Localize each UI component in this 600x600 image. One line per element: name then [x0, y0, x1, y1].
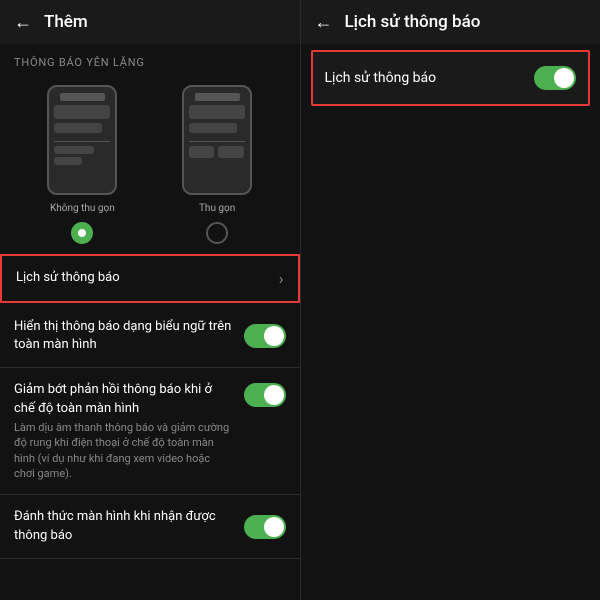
highlighted-row-right[interactable]: Lịch sử thông báo — [311, 50, 591, 106]
settings-item-lich-su[interactable]: Lịch sử thông báo › — [0, 254, 300, 303]
back-arrow-left[interactable]: ← — [14, 12, 32, 33]
radio-not-collapsed[interactable] — [71, 222, 93, 244]
phone-illustrations: Không thu gọn Thu gọn — [0, 75, 300, 244]
highlighted-row-title: Lịch sử thông báo — [325, 70, 437, 86]
phone-frame-1 — [47, 85, 117, 195]
settings-list: Lịch sử thông báo › Hiển thị thông báo d… — [0, 244, 300, 559]
chevron-lich-su: › — [279, 269, 284, 288]
section-label-silent: THÔNG BÁO YÊN LẶNG — [0, 44, 300, 75]
phone-option-not-collapsed[interactable]: Không thu gọn — [20, 85, 145, 244]
phone-frame-2 — [182, 85, 252, 195]
phone-label-not-collapsed: Không thu gọn — [50, 203, 115, 214]
notif-block-2c — [189, 146, 214, 158]
back-arrow-right[interactable]: ← — [315, 12, 333, 33]
toggle-lich-su-right[interactable] — [534, 66, 576, 90]
notif-bar-1 — [60, 93, 105, 101]
settings-item-danh-thuc-title: Đánh thức màn hình khi nhận được thông b… — [14, 508, 234, 544]
notif-block-2b — [189, 123, 237, 133]
notif-block-2a — [189, 105, 245, 119]
right-header: ← Lịch sử thông báo — [301, 0, 600, 44]
settings-item-lich-su-text: Lịch sử thông báo — [16, 269, 279, 287]
settings-item-giam-bot-text: Giảm bớt phản hồi thông báo khi ở chế độ… — [14, 381, 244, 481]
left-panel: ← Thêm THÔNG BÁO YÊN LẶNG Không thu gọn — [0, 0, 301, 600]
right-header-title: Lịch sử thông báo — [345, 12, 481, 32]
settings-item-giam-bot-desc: Làm dịu âm thanh thông báo và giảm cường… — [14, 420, 234, 482]
phone-option-collapsed[interactable]: Thu gọn — [155, 85, 280, 244]
settings-item-hien-thi-text: Hiển thị thông báo dạng biểu ngữ trên to… — [14, 318, 244, 354]
settings-item-danh-thuc[interactable]: Đánh thức màn hình khi nhận được thông b… — [0, 495, 300, 558]
right-panel: ← Lịch sử thông báo Lịch sử thông báo — [301, 0, 600, 600]
settings-item-lich-su-title: Lịch sử thông báo — [16, 269, 269, 287]
phone-label-collapsed: Thu gọn — [199, 203, 235, 214]
settings-item-hien-thi-title: Hiển thị thông báo dạng biểu ngữ trên to… — [14, 318, 234, 354]
settings-item-giam-bot-title: Giảm bớt phản hồi thông báo khi ở chế độ… — [14, 381, 234, 417]
notif-block-1a — [54, 105, 110, 119]
toggle-giam-bot[interactable] — [244, 383, 286, 407]
notif-block-1b — [54, 123, 102, 133]
settings-item-danh-thuc-text: Đánh thức màn hình khi nhận được thông b… — [14, 508, 244, 544]
left-header-title: Thêm — [44, 12, 88, 32]
toggle-hien-thi[interactable] — [244, 324, 286, 348]
settings-item-giam-bot[interactable]: Giảm bớt phản hồi thông báo khi ở chế độ… — [0, 368, 300, 495]
radio-inner-1 — [78, 229, 86, 237]
notif-bar-2 — [195, 93, 240, 101]
toggle-danh-thuc[interactable] — [244, 515, 286, 539]
settings-item-hien-thi[interactable]: Hiển thị thông báo dạng biểu ngữ trên to… — [0, 305, 300, 368]
notif-block-1c — [54, 146, 93, 154]
notif-block-2d — [218, 146, 243, 158]
radio-collapsed[interactable] — [206, 222, 228, 244]
left-header: ← Thêm — [0, 0, 300, 44]
notif-block-1d — [54, 157, 82, 165]
